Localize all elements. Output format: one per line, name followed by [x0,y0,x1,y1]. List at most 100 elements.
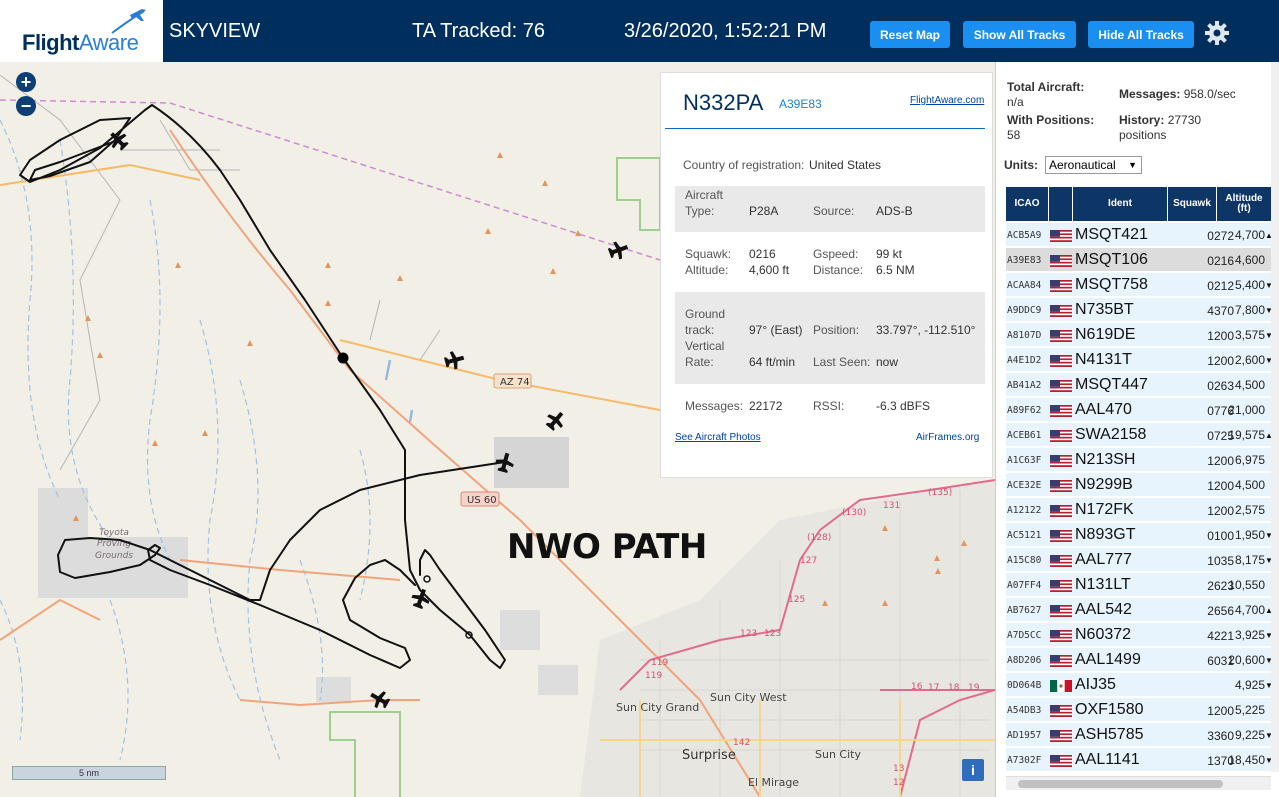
gspeed-label: Gspeed: [813,247,859,261]
zoom-in-button[interactable]: + [16,72,36,92]
us-flag-icon [1050,304,1072,317]
table-row[interactable]: AD1957 ASH5785 3360 9,225 ▼ [1006,723,1273,747]
table-row[interactable]: A7D5CC N60372 4221 3,925 ▼ [1006,623,1273,647]
source-label: Source: [813,204,855,218]
horizontal-scrollbar[interactable] [1006,776,1271,790]
table-row[interactable]: ACB5A9 MSQT421 0272 4,700 ▲ [1006,223,1273,247]
altitude-cell: 4,700 [1234,603,1265,617]
flightaware-logo[interactable]: FlightAware [0,0,163,62]
info-button[interactable]: i [962,759,984,781]
place-label: Sun City West [710,691,787,704]
scrollbar-thumb[interactable] [1018,780,1223,788]
top-header: FlightAware SKYVIEW TA Tracked: 76 3/26/… [0,0,1279,62]
icao-cell: AD1957 [1007,730,1042,741]
table-row[interactable]: A7302F AAL1141 1370 18,450 ▼ [1006,748,1273,772]
squawk-cell: 0776 [1207,404,1234,418]
col-squawk[interactable]: Squawk [1168,187,1216,221]
distance-label: Distance: [813,263,864,277]
with-positions-label: With Positions: [1007,113,1095,127]
road-label-az74: AZ 74 [500,377,530,388]
icao-cell: A12122 [1007,505,1042,516]
svg-text:125: 125 [788,595,805,605]
table-row[interactable]: A8107D N619DE 1200 3,575 ▼ [1006,323,1273,347]
altitude-cell: 2,575 [1234,503,1265,517]
svg-text:142: 142 [733,738,750,748]
altitude-cell: 5,225 [1234,703,1265,717]
col-flag[interactable] [1049,187,1072,221]
table-row[interactable]: A4E1D2 N4131T 1200 2,600 ▼ [1006,348,1273,372]
aircraft-details-popup: N332PA A39E83 FlightAware.com Country of… [660,72,993,478]
altitude-cell: 3,575 [1234,328,1265,342]
icao-cell: A54DB3 [1007,705,1042,716]
icao-cell: A8107D [1007,330,1042,341]
table-row[interactable]: ACAA84 MSQT758 0212 5,400 ▼ [1006,273,1273,297]
table-row[interactable]: A1C63F N213SH 1200 6,975 [1006,448,1271,472]
units-select[interactable]: Aeronautical ▼ [1045,156,1142,174]
table-row[interactable]: A54DB3 OXF1580 1200 5,225 [1006,698,1271,722]
icao-cell: A9DDC9 [1007,305,1042,316]
rate-label: Rate: [685,355,714,369]
rate-value: 64 ft/min [749,355,796,369]
vertical-scrollbar[interactable] [1271,62,1279,772]
us-flag-icon [1050,629,1072,642]
svg-text:(128): (128) [807,533,831,543]
ident-cell: AIJ35 [1075,676,1116,693]
table-row[interactable]: A8D206 AAL1499 6031 20,600 ▼ [1006,648,1273,672]
aircraft-photos-link[interactable]: See Aircraft Photos [675,432,761,443]
icao-cell: A8D206 [1007,655,1042,666]
squawk-cell: 0100 [1207,529,1234,543]
altitude-cell: 7,800 [1234,303,1265,317]
col-icao[interactable]: ICAO [1006,187,1048,221]
table-row[interactable]: AB7627 AAL542 2656 4,700 ▲ [1006,598,1273,622]
table-row[interactable]: A89F62 AAL470 0776 21,000 [1006,398,1271,422]
us-flag-icon [1050,454,1072,467]
altitude-value: 4,600 ft [749,263,790,277]
us-flag-icon [1050,429,1072,442]
col-ident[interactable]: Ident [1073,187,1167,221]
show-all-tracks-button[interactable]: Show All Tracks [963,21,1076,48]
svg-text:19: 19 [968,683,980,693]
ident-cell: MSQT447 [1075,376,1148,393]
dropdown-arrow-icon: ▼ [1128,160,1137,170]
svg-text:16: 16 [911,682,923,692]
table-row[interactable]: AB41A2 MSQT447 0263 4,500 [1006,373,1271,397]
svg-text:(135): (135) [928,488,952,498]
ident-cell: N213SH [1075,451,1136,468]
aircraft-registration: N332PA [683,90,764,115]
squawk-cell: 1035 [1207,554,1234,568]
history-stat: History: 27730 [1119,113,1202,127]
svg-text:12: 12 [893,778,904,788]
table-row[interactable]: A39E83 MSQT106 0216 4,600 [1006,248,1271,272]
table-row[interactable]: AC5121 N893GT 0100 1,950 ▼ [1006,523,1273,547]
table-row[interactable]: A9DDC9 N735BT 4370 7,800 ▼ [1006,298,1273,322]
squawk-cell: 1200 [1207,454,1234,468]
squawk-cell: 1200 [1207,329,1234,343]
gear-icon[interactable] [1204,20,1230,46]
us-flag-icon [1050,254,1072,267]
popup-messages-value: 22172 [749,399,783,413]
reset-map-button[interactable]: Reset Map [870,21,950,48]
table-row[interactable]: A15C80 AAL777 1035 8,175 ▼ [1006,548,1273,572]
squawk-cell: 1200 [1207,704,1234,718]
us-flag-icon [1050,654,1072,667]
flightaware-link[interactable]: FlightAware.com [910,95,984,106]
airframes-link[interactable]: AirFrames.org [916,432,979,443]
icao-cell: ACB5A9 [1007,230,1042,241]
squawk-cell: 0212 [1207,279,1234,293]
scale-bar: 5 nm [12,766,166,780]
table-row[interactable]: A12122 N172FK 1200 2,575 [1006,498,1271,522]
zoom-out-button[interactable]: − [16,96,36,116]
hide-all-tracks-button[interactable]: Hide All Tracks [1088,21,1194,48]
table-row[interactable]: ACE32E N9299B 1200 4,500 [1006,473,1271,497]
altitude-cell: 4,925 [1234,678,1265,692]
history-unit: positions [1119,128,1167,142]
icao-cell: A7302F [1007,755,1042,766]
squawk-cell: 0263 [1207,379,1234,393]
squawk-value: 0216 [749,247,776,261]
table-row[interactable]: 0D064B AIJ35 4,925 ▼ [1006,673,1273,697]
table-row[interactable]: A07FF4 N131LT 2623 10,550 [1006,573,1271,597]
icao-cell: AC5121 [1007,530,1042,541]
col-altitude[interactable]: Altitude (ft) [1217,187,1271,221]
table-row[interactable]: ACEB61 SWA2158 0725 19,575 ▲ [1006,423,1273,447]
icao-cell: A1C63F [1007,455,1042,466]
